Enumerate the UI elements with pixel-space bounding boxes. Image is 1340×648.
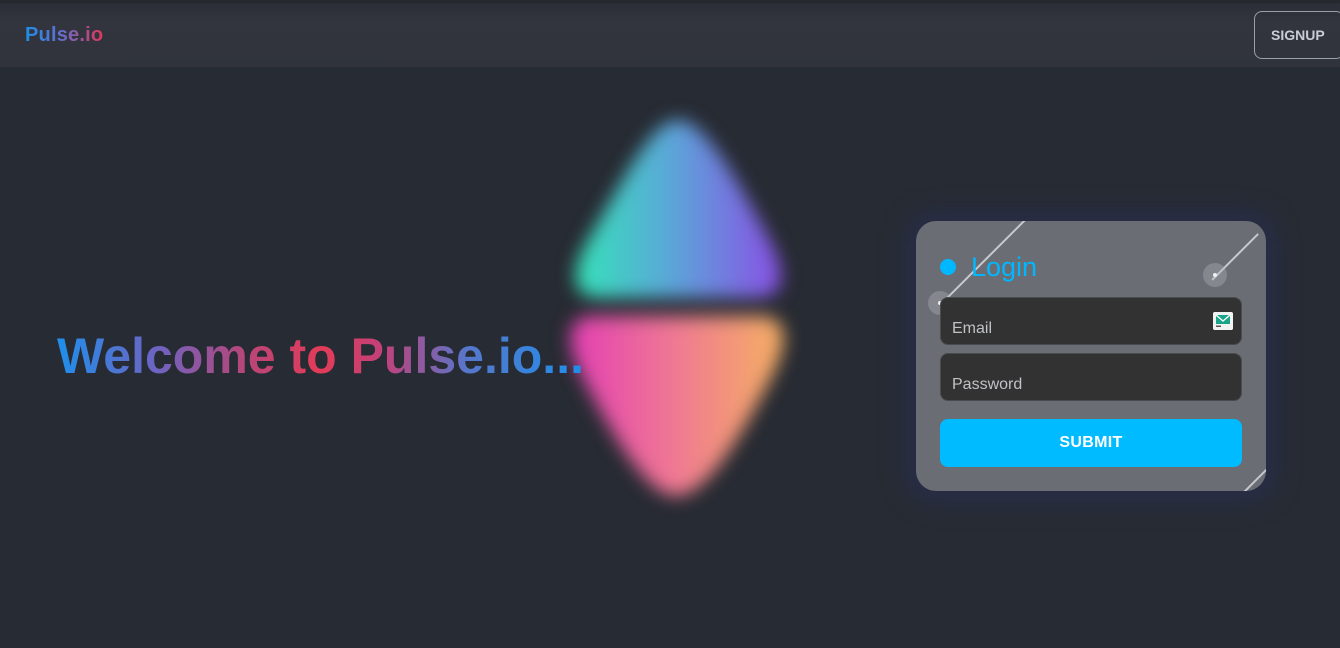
mail-icon[interactable] [1213, 312, 1233, 330]
gradient-shape-bottom [570, 316, 784, 496]
submit-button[interactable]: SUBMIT [940, 419, 1242, 467]
gradient-shape-top [575, 120, 782, 298]
status-dot-icon [940, 259, 956, 275]
login-header: Login [940, 251, 1037, 283]
password-field[interactable]: Password [940, 353, 1242, 401]
brand-logo[interactable]: Pulse.io [25, 24, 103, 47]
password-placeholder: Password [952, 376, 1023, 393]
login-title: Login [971, 252, 1038, 282]
top-navbar: Pulse.io SIGNUP [0, 0, 1340, 67]
decorative-dot [1203, 263, 1227, 287]
hero-title: Welcome to Pulse.io... [57, 328, 584, 384]
email-field[interactable]: Email [940, 297, 1242, 345]
email-placeholder: Email [952, 320, 993, 337]
login-card: Login Email Password SUBMIT [916, 221, 1266, 491]
signup-button[interactable]: SIGNUP [1254, 11, 1340, 59]
